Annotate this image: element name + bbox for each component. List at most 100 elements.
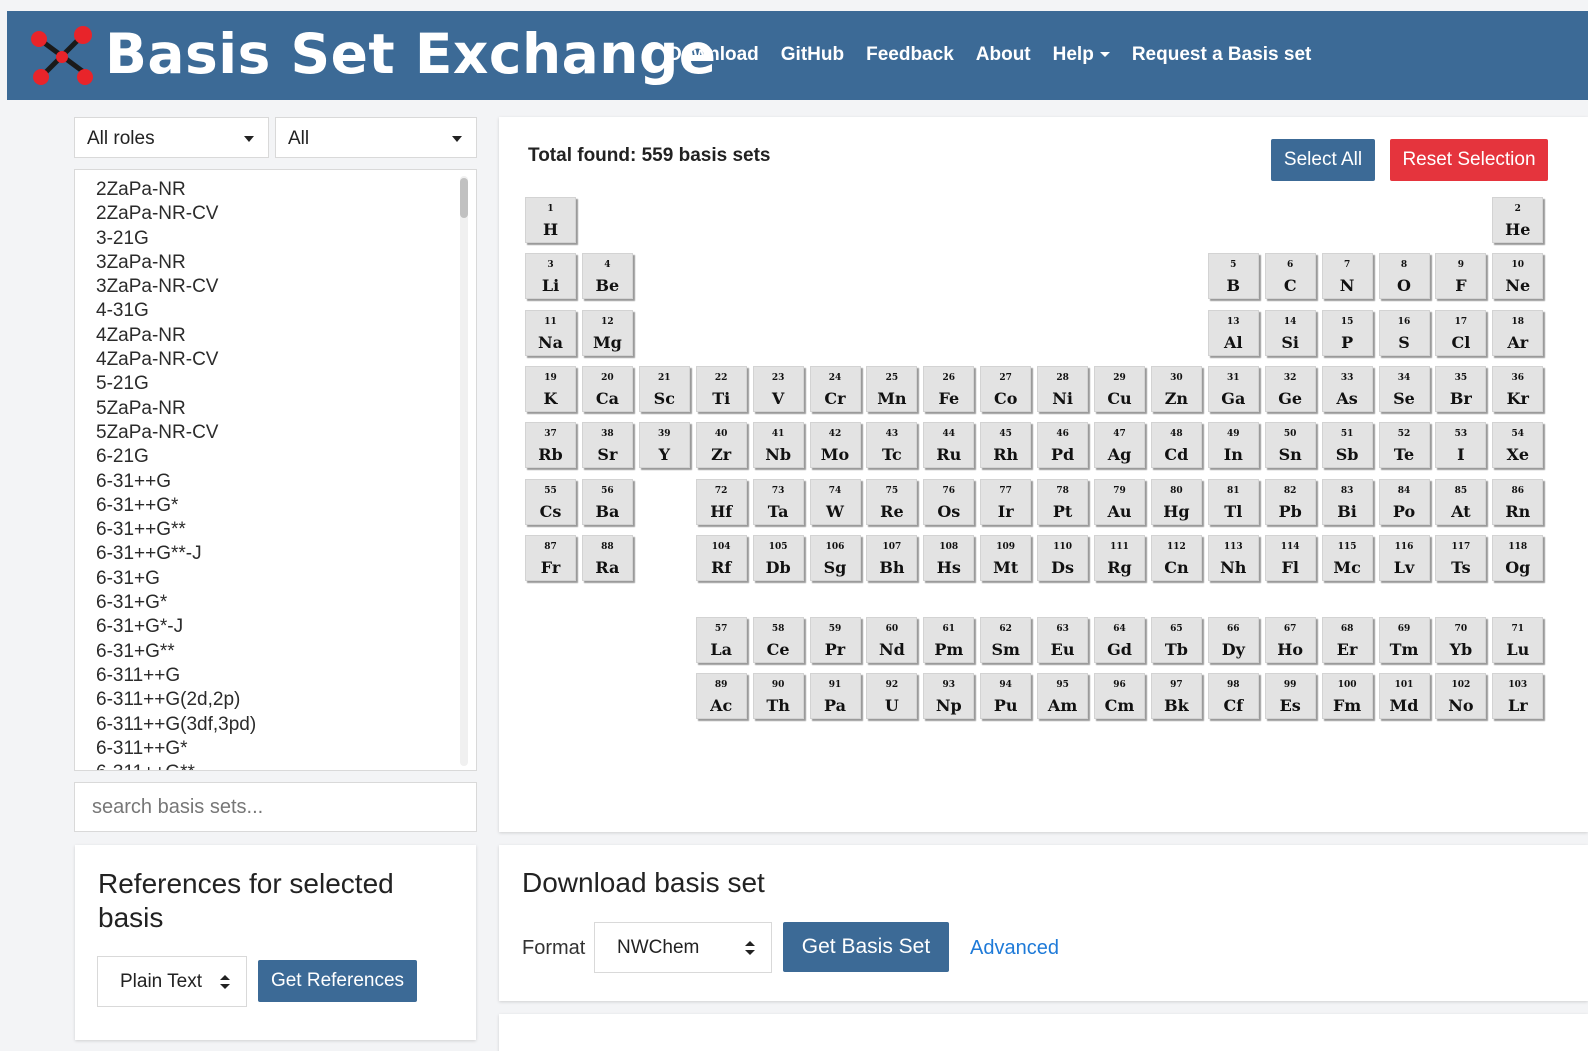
list-item[interactable]: 6-31+G*-J xyxy=(96,615,476,639)
element-zn[interactable]: 30 Zn xyxy=(1150,365,1202,412)
element-fm[interactable]: 100 Fm xyxy=(1321,673,1373,719)
element-ar[interactable]: 18 Ar xyxy=(1492,309,1544,356)
element-k[interactable]: 19 K xyxy=(525,365,576,412)
element-nb[interactable]: 41 Nb xyxy=(752,422,804,469)
nav-download[interactable]: Download xyxy=(668,44,759,66)
element-n[interactable]: 7N xyxy=(1321,253,1373,300)
element-na[interactable]: 11 Na xyxy=(525,309,576,356)
element-mc[interactable]: 115 Mc xyxy=(1321,534,1373,581)
element-bi[interactable]: 83 Bi xyxy=(1321,478,1373,525)
element-lr[interactable]: 103 Lr xyxy=(1492,673,1544,719)
list-item[interactable]: 2ZaPa-NR-CV xyxy=(96,202,476,226)
element-in[interactable]: 49 In xyxy=(1207,422,1259,469)
element-sm[interactable]: 62 Sm xyxy=(980,617,1032,663)
element-rg[interactable]: 111 Rg xyxy=(1094,534,1145,581)
element-eu[interactable]: 63 Eu xyxy=(1037,617,1089,663)
element-hs[interactable]: 108 Hs xyxy=(923,534,975,581)
list-item[interactable]: 3ZaPa-NR-CV xyxy=(96,275,476,299)
element-w[interactable]: 74 W xyxy=(809,478,861,525)
element-hf[interactable]: 72 Hf xyxy=(695,478,747,525)
element-md[interactable]: 101 Md xyxy=(1378,673,1430,719)
search-basis-input[interactable] xyxy=(74,782,477,832)
element-sr[interactable]: 38 Sr xyxy=(581,422,633,469)
list-item[interactable]: 6-31++G* xyxy=(96,494,476,518)
element-ir[interactable]: 77 Ir xyxy=(980,478,1032,525)
element-er[interactable]: 68 Er xyxy=(1321,617,1373,663)
get-references-button[interactable]: Get References xyxy=(258,960,417,1002)
element-po[interactable]: 84 Po xyxy=(1378,478,1430,525)
list-item[interactable]: 6-31+G xyxy=(96,567,476,591)
list-item[interactable]: 6-31++G xyxy=(96,470,476,494)
element-cd[interactable]: 48 Cd xyxy=(1150,422,1202,469)
element-he[interactable]: 2 He xyxy=(1492,197,1544,243)
select-all-button[interactable]: Select All xyxy=(1271,139,1375,181)
list-item[interactable]: 4ZaPa-NR xyxy=(96,324,476,348)
element-pu[interactable]: 94 Pu xyxy=(980,673,1032,719)
element-ni[interactable]: 28 Ni xyxy=(1037,365,1089,412)
nav-github[interactable]: GitHub xyxy=(781,44,844,66)
reset-selection-button[interactable]: Reset Selection xyxy=(1390,139,1548,181)
element-la[interactable]: 57 La xyxy=(695,617,747,663)
element-sn[interactable]: 50 Sn xyxy=(1264,422,1316,469)
element-pa[interactable]: 91 Pa xyxy=(809,673,861,719)
element-cm[interactable]: 96 Cm xyxy=(1094,673,1145,719)
element-nd[interactable]: 60 Nd xyxy=(866,617,918,663)
element-pr[interactable]: 59 Pr xyxy=(809,617,861,663)
element-v[interactable]: 23 V xyxy=(752,365,804,412)
element-zr[interactable]: 40 Zr xyxy=(695,422,747,469)
element-rf[interactable]: 104 Rf xyxy=(695,534,747,581)
element-au[interactable]: 79 Au xyxy=(1094,478,1145,525)
list-item[interactable]: 4ZaPa-NR-CV xyxy=(96,348,476,372)
element-es[interactable]: 99 Es xyxy=(1264,673,1316,719)
list-scrollbar-thumb[interactable] xyxy=(460,178,468,218)
element-at[interactable]: 85 At xyxy=(1435,478,1487,525)
element-h[interactable]: 1H xyxy=(525,197,576,243)
element-te[interactable]: 52 Te xyxy=(1378,422,1430,469)
element-gd[interactable]: 64 Gd xyxy=(1094,617,1145,663)
element-sc[interactable]: 21 Sc xyxy=(638,365,690,412)
list-scrollbar-track[interactable] xyxy=(460,176,468,766)
list-item[interactable]: 5ZaPa-NR xyxy=(96,397,476,421)
list-item[interactable]: 6-31+G* xyxy=(96,591,476,615)
element-re[interactable]: 75 Re xyxy=(866,478,918,525)
element-ac[interactable]: 89 Ac xyxy=(695,673,747,719)
element-b[interactable]: 5B xyxy=(1207,253,1259,300)
nav-feedback[interactable]: Feedback xyxy=(866,44,954,66)
element-fl[interactable]: 114 Fl xyxy=(1264,534,1316,581)
list-item[interactable]: 2ZaPa-NR xyxy=(96,178,476,202)
element-pb[interactable]: 82 Pb xyxy=(1264,478,1316,525)
element-os[interactable]: 76 Os xyxy=(923,478,975,525)
list-item[interactable]: 4-31G xyxy=(96,299,476,323)
element-cs[interactable]: 55 Cs xyxy=(525,478,576,525)
element-lu[interactable]: 71 Lu xyxy=(1492,617,1544,663)
element-nh[interactable]: 113 Nh xyxy=(1207,534,1259,581)
element-s[interactable]: 16 S xyxy=(1378,309,1430,356)
list-item[interactable]: 6-311++G* xyxy=(96,737,476,761)
brand-title[interactable]: Basis Set Exchange xyxy=(105,21,717,87)
advanced-link[interactable]: Advanced xyxy=(970,937,1059,960)
element-ts[interactable]: 117 Ts xyxy=(1435,534,1487,581)
element-ba[interactable]: 56 Ba xyxy=(581,478,633,525)
element-cf[interactable]: 98 Cf xyxy=(1207,673,1259,719)
list-item[interactable]: 6-31++G**-J xyxy=(96,542,476,566)
element-mg[interactable]: 12 Mg xyxy=(581,309,633,356)
element-sg[interactable]: 106 Sg xyxy=(809,534,861,581)
element-fe[interactable]: 26 Fe xyxy=(923,365,975,412)
element-pt[interactable]: 78 Pt xyxy=(1037,478,1089,525)
element-as[interactable]: 33 As xyxy=(1321,365,1373,412)
list-item[interactable]: 6-311++G(2d,2p) xyxy=(96,688,476,712)
element-tb[interactable]: 65 Tb xyxy=(1150,617,1202,663)
element-pm[interactable]: 61 Pm xyxy=(923,617,975,663)
element-se[interactable]: 34 Se xyxy=(1378,365,1430,412)
element-lv[interactable]: 116 Lv xyxy=(1378,534,1430,581)
nav-help-dropdown[interactable]: Help xyxy=(1053,44,1110,66)
element-rn[interactable]: 86 Rn xyxy=(1492,478,1544,525)
list-item[interactable]: 3-21G xyxy=(96,227,476,251)
element-ca[interactable]: 20 Ca xyxy=(581,365,633,412)
element-c[interactable]: 6C xyxy=(1264,253,1316,300)
element-f[interactable]: 9F xyxy=(1435,253,1487,300)
list-item[interactable]: 5ZaPa-NR-CV xyxy=(96,421,476,445)
molecule-icon[interactable] xyxy=(27,21,97,91)
element-si[interactable]: 14 Si xyxy=(1264,309,1316,356)
list-item[interactable]: 6-31++G** xyxy=(96,518,476,542)
